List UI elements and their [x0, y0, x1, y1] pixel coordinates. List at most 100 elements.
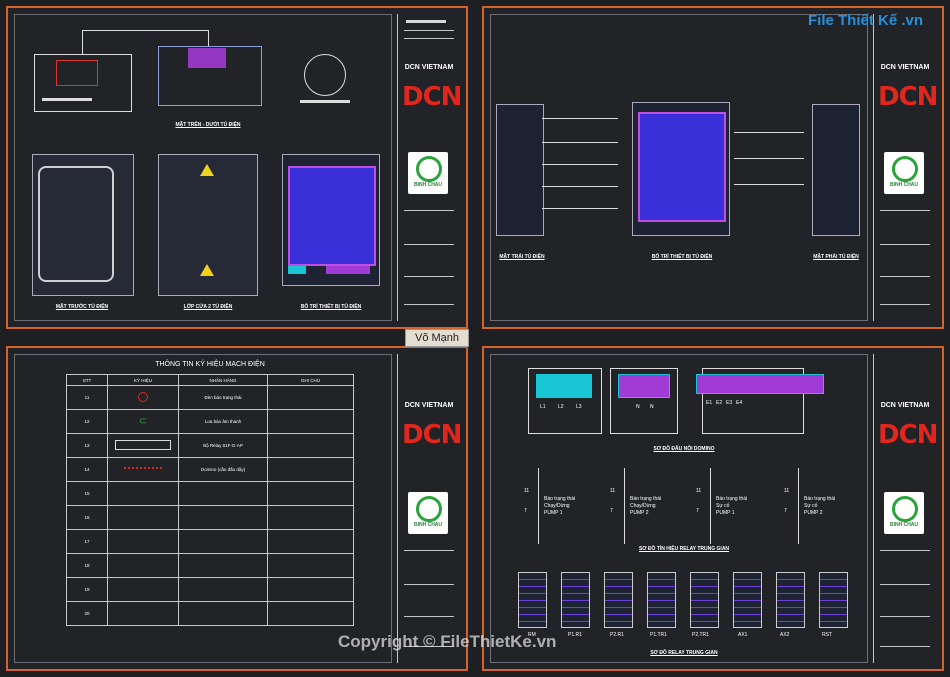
domino-label: L2 — [558, 404, 564, 410]
domino-label: L1 — [540, 404, 546, 410]
table-row: 20 — [66, 601, 354, 626]
relay-name: P2.R1 — [610, 632, 624, 638]
caption-center-layout: BỐ TRÍ THIẾT BỊ TỦ ĐIỆN — [651, 254, 713, 260]
leader-line — [734, 158, 804, 159]
text-bar — [300, 100, 350, 103]
dcn-logo: DCN — [878, 420, 938, 450]
title-block: DCN VIETNAM DCN BINH CHAU — [873, 354, 938, 663]
tb-line — [404, 584, 454, 585]
tb-line — [880, 584, 930, 585]
company-name: DCN VIETNAM — [404, 402, 454, 409]
relay-num: 11 — [610, 488, 616, 494]
domino-strip — [536, 374, 592, 398]
relay-num: 7 — [524, 508, 527, 514]
binh-chau-logo: BINH CHAU — [408, 492, 448, 534]
relay-wire — [710, 468, 711, 544]
relay-module — [647, 572, 676, 628]
domino-label: N — [636, 404, 640, 410]
leader-line — [734, 132, 804, 133]
tb-line — [880, 646, 930, 647]
binh-chau-logo: BINH CHAU — [884, 152, 924, 194]
relay-wire — [624, 468, 625, 544]
domino-label: E2 — [716, 400, 723, 406]
table-row: 11 Đèn báo trạng thái — [66, 385, 354, 410]
relay-name: P1.R1 — [568, 632, 582, 638]
symbol-table-title: THÔNG TIN KÝ HIỆU MẠCH ĐIỆN — [155, 361, 265, 368]
terminal-strip — [326, 266, 370, 274]
sheet-side-views[interactable]: MẶT TRÁI TỦ ĐIỆN BỐ TRÍ THIẾT BỊ TỦ ĐIỆN… — [482, 6, 944, 329]
sheet-wiring[interactable]: L1 L2 L3 N N E1 E2 E3 E4 SƠ ĐỒ ĐẤU NỐI D… — [482, 346, 944, 671]
company-name: DCN VIETNAM — [880, 402, 930, 409]
relay-num: 11 — [524, 488, 530, 494]
tb-line — [880, 304, 930, 305]
leader-line — [542, 164, 618, 165]
relay-text: Báo trạng thái — [544, 496, 576, 502]
copyright-watermark: Copyright © FileThietKe.vn — [338, 632, 557, 651]
company-name: DCN VIETNAM — [880, 64, 930, 71]
relay-name: P2.TR1 — [692, 632, 709, 638]
tb-line — [404, 276, 454, 277]
relay-row — [518, 572, 848, 628]
caption-layout: BỐ TRÍ THIẾT BỊ TỦ ĐIỆN — [300, 304, 362, 310]
relay-text: PUMP 2 — [630, 510, 649, 516]
leader-line — [542, 186, 618, 187]
relay-text: Chạy/Dừng — [630, 503, 656, 509]
relay-text: PUMP 1 — [544, 510, 563, 516]
domino-strip — [696, 374, 824, 394]
table-row: 15 — [66, 481, 354, 506]
col-stt: STT — [66, 374, 108, 386]
table-row: 18 — [66, 553, 354, 578]
title-block: DCN VIETNAM DCN BINH CHAU — [873, 14, 938, 321]
relay-wire — [538, 468, 539, 544]
relay-text: Sự cố — [804, 503, 818, 509]
table-row: 19 — [66, 577, 354, 602]
relay-text: PUMP 2 — [804, 510, 823, 516]
relay-icon — [115, 440, 171, 450]
relay-wire — [798, 468, 799, 544]
binh-chau-logo: BINH CHAU — [408, 152, 448, 194]
leader-line — [542, 208, 618, 209]
relay-module — [518, 572, 547, 628]
leader-line — [734, 184, 804, 185]
leader-line — [542, 118, 618, 119]
relay-num: 7 — [784, 508, 787, 514]
domino-label: E3 — [726, 400, 733, 406]
relay-module — [819, 572, 848, 628]
relay-num: 7 — [696, 508, 699, 514]
tb-line — [404, 30, 454, 31]
table-row: 16 — [66, 505, 354, 530]
caption-top-bottom: MẶT TRÊN - DƯỚI TỦ ĐIỆN — [175, 122, 241, 128]
caption-relay: SƠ ĐỒ RELAY TRUNG GIAN — [650, 650, 718, 656]
caption-domino: SƠ ĐỒ ĐẤU NỐI DOMINO — [653, 446, 715, 452]
relay-text: Báo trạng thái — [630, 496, 662, 502]
tb-line — [404, 210, 454, 211]
terminal-strip — [288, 266, 306, 274]
relay-module — [690, 572, 719, 628]
relay-module — [604, 572, 633, 628]
col-name: NHÃN HÀNG — [178, 374, 268, 386]
col-symbol: KÝ HIỆU — [107, 374, 179, 386]
sheet-front-view[interactable]: MẶT TRÊN - DƯỚI TỦ ĐIỆN MẶT TRƯỚC TỦ ĐIỆ… — [6, 6, 468, 329]
right-side-panel — [812, 104, 860, 236]
symbol-table: STT KÝ HIỆU NHÃN HÀNG GHI CHÚ 11 Đèn báo … — [66, 374, 354, 626]
brand-logo: File Thiết Kế .vn — [808, 12, 924, 29]
table-row: 14 Domino (cầu đấu dây) — [66, 457, 354, 482]
mounting-plate — [638, 112, 726, 222]
binh-chau-logo: BINH CHAU — [884, 492, 924, 534]
tb-line — [880, 210, 930, 211]
table-row: 17 — [66, 529, 354, 554]
door — [38, 166, 114, 282]
relay-name: RST — [822, 632, 832, 638]
tb-line — [404, 616, 454, 617]
leader-line — [208, 30, 209, 46]
relay-module — [733, 572, 762, 628]
leader-line — [542, 142, 618, 143]
top-view-detail — [56, 60, 98, 86]
lamp-icon — [138, 392, 148, 402]
author-label: Võ Mạnh — [405, 329, 469, 347]
domino-label: N — [650, 404, 654, 410]
buzzer-icon: ⊂ — [138, 416, 148, 427]
leader-line — [82, 30, 83, 54]
warning-triangle-icon — [200, 164, 214, 176]
title-block: DCN VIETNAM DCN BINH CHAU — [397, 14, 462, 321]
